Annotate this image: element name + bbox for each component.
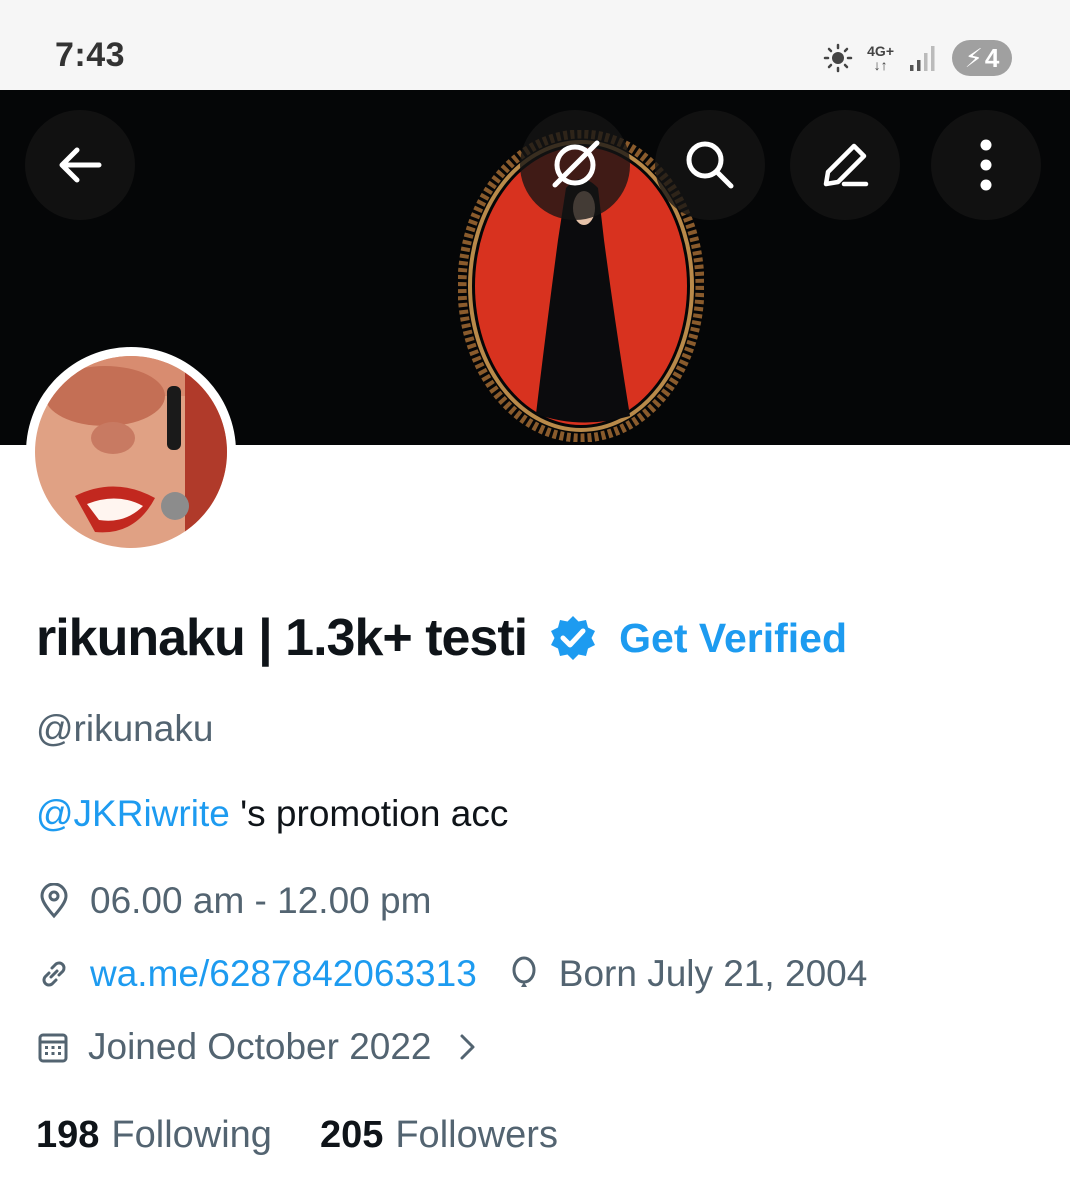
- status-time: 7:43: [55, 36, 126, 74]
- get-verified-link[interactable]: Get Verified: [619, 615, 847, 662]
- more-vertical-icon: [980, 139, 992, 191]
- followers-label: Followers: [395, 1114, 558, 1156]
- user-handle: @rikunaku: [36, 708, 214, 749]
- signal-icon: [910, 46, 935, 71]
- grok-button[interactable]: [520, 110, 630, 220]
- joined-text: Joined October 2022: [88, 1026, 432, 1067]
- followers-count: 205: [319, 1114, 384, 1156]
- bio-mention-link[interactable]: @JKRiwrite: [36, 793, 230, 834]
- location-row: 06.00 am - 12.00 pm: [36, 880, 431, 922]
- status-icons: 4G+ ↓↑ ⚡︎ 4: [823, 38, 1012, 78]
- more-options-button[interactable]: [931, 110, 1041, 220]
- bio: @JKRiwrite 's promotion acc: [36, 793, 508, 835]
- follow-stats: 198 Following 205 Followers: [36, 1114, 558, 1157]
- profile-link[interactable]: wa.me/6287842063313: [90, 953, 477, 995]
- chevron-right-icon: [460, 1034, 475, 1060]
- following-label: Following: [111, 1114, 272, 1156]
- birthday-text: Born July 21, 2004: [558, 953, 868, 994]
- grok-icon: [552, 140, 600, 188]
- location-pin-icon: [40, 883, 68, 919]
- joined-row[interactable]: Joined October 2022: [36, 1026, 480, 1068]
- avatar-image: [35, 356, 227, 548]
- verified-badge-icon[interactable]: [549, 614, 597, 662]
- back-arrow-icon: [59, 147, 102, 183]
- status-bar: 7:43 4G+ ↓↑ ⚡︎ 4: [0, 0, 1070, 90]
- network-label: 4G+: [867, 43, 894, 59]
- network-arrows: ↓↑: [873, 57, 888, 73]
- search-icon: [686, 141, 734, 189]
- brightness-icon: [823, 43, 853, 73]
- edit-button[interactable]: [790, 110, 900, 220]
- link-birthday-row: wa.me/6287842063313 Born July 21, 2004: [36, 953, 867, 995]
- followers-stat[interactable]: 205 Followers: [320, 1114, 558, 1157]
- display-name: rikunaku | 1.3k+ testi: [36, 609, 528, 667]
- avatar[interactable]: [26, 347, 236, 557]
- edit-icon: [823, 143, 869, 187]
- bio-text: 's promotion acc: [229, 793, 509, 834]
- link-icon: [42, 961, 66, 987]
- following-stat[interactable]: 198 Following: [36, 1114, 272, 1157]
- calendar-icon: [38, 1033, 68, 1063]
- location-text: 06.00 am - 12.00 pm: [90, 880, 432, 921]
- network-4g-icon: 4G+ ↓↑: [867, 44, 894, 72]
- battery-charging-icon: ⚡︎ 4: [952, 40, 1012, 76]
- balloon-icon: [512, 956, 536, 987]
- battery-level: 4: [984, 42, 1000, 73]
- back-button[interactable]: [25, 110, 135, 220]
- bolt-icon: ⚡︎: [964, 42, 983, 73]
- display-name-row: rikunaku | 1.3k+ testi Get Verified: [36, 608, 847, 668]
- search-button[interactable]: [655, 110, 765, 220]
- following-count: 198: [36, 1114, 100, 1156]
